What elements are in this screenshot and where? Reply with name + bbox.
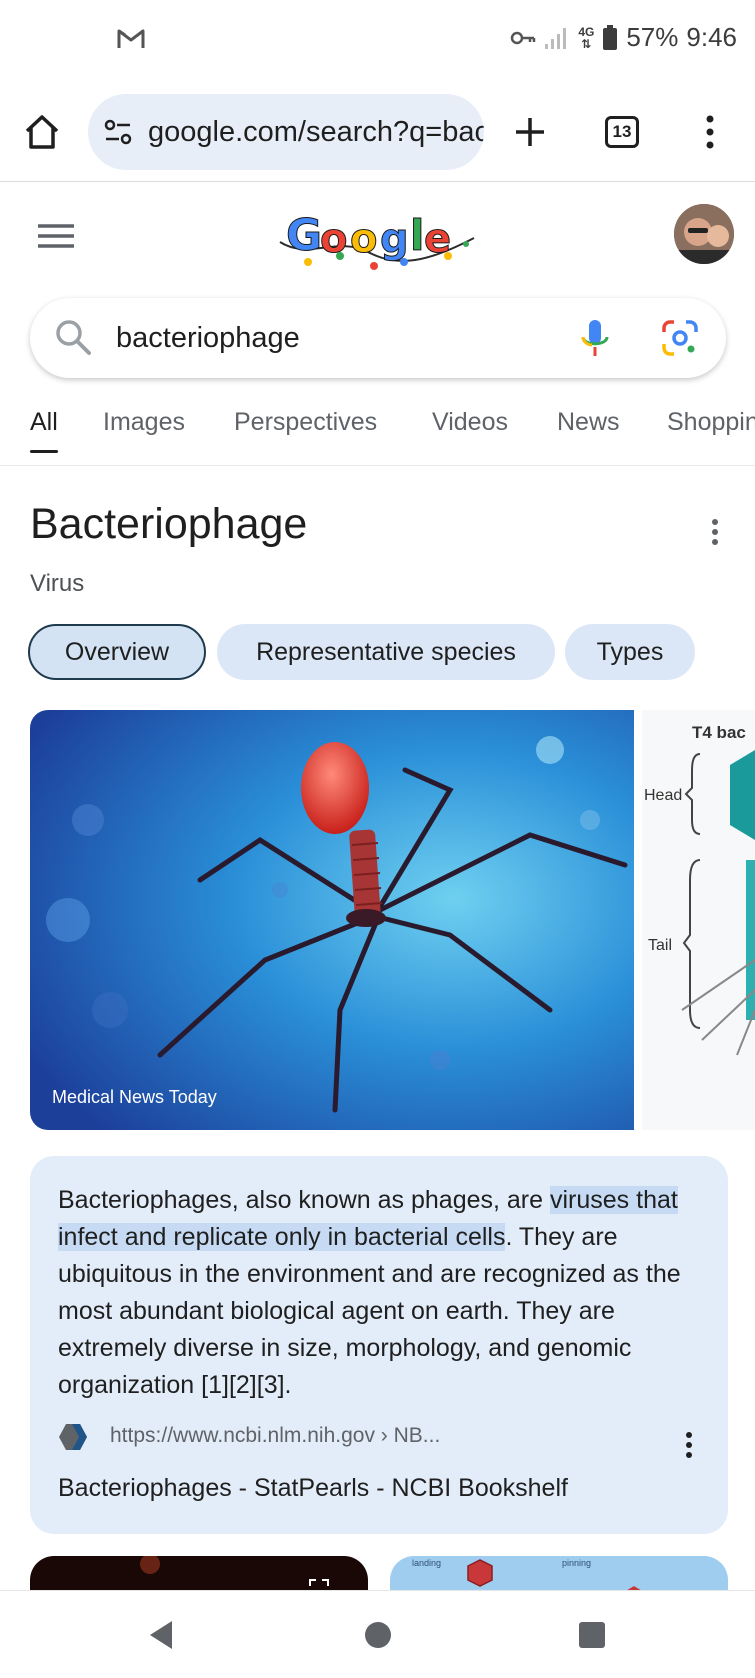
- search-input[interactable]: [116, 316, 496, 360]
- network-type: 4G ⇅: [578, 24, 595, 51]
- home-nav-icon[interactable]: [360, 1617, 396, 1653]
- knowledge-panel-title: Bacteriophage: [30, 500, 308, 548]
- chip-types[interactable]: Types: [565, 624, 695, 680]
- microphone-icon[interactable]: [578, 318, 612, 358]
- chip-overview[interactable]: Overview: [28, 624, 206, 680]
- gmail-icon: [117, 29, 145, 48]
- tab-perspectives[interactable]: Perspectives: [234, 408, 377, 437]
- search-tabs: All Images Perspectives Videos News Shop…: [0, 400, 755, 466]
- tab-all[interactable]: All: [30, 408, 58, 453]
- knowledge-panel-subtitle: Virus: [30, 570, 85, 597]
- t4-diagram-illustration: T4 bac Head Tail: [644, 723, 755, 1056]
- chip-representative-species[interactable]: Representative species: [217, 624, 555, 680]
- google-lens-icon[interactable]: [660, 318, 700, 358]
- tab-count: 13: [605, 116, 639, 148]
- browser-menu-button[interactable]: [682, 104, 738, 160]
- tab-shopping[interactable]: Shopping: [667, 408, 755, 437]
- hamburger-menu-icon[interactable]: [32, 214, 80, 258]
- browser-toolbar: google.com/search?q=bacteriophage 13: [0, 86, 755, 182]
- description-text: Bacteriophages, also known as phages, ar…: [58, 1182, 698, 1404]
- system-nav-bar: [0, 1590, 755, 1678]
- home-button[interactable]: [14, 104, 70, 160]
- tab-images[interactable]: Images: [103, 408, 185, 437]
- diagram-label-tail: Tail: [648, 937, 672, 954]
- t4-diagram-image[interactable]: T4 bac Head Tail: [642, 710, 755, 1130]
- thumb-label-pinning: pinning: [562, 1558, 592, 1568]
- search-box[interactable]: [30, 298, 726, 378]
- plus-icon: [516, 118, 544, 146]
- tab-news[interactable]: News: [557, 408, 620, 437]
- status-bar: 4G ⇅ 57% 9:46: [0, 0, 755, 80]
- svg-text:o: o: [350, 216, 377, 262]
- source-title-link[interactable]: Bacteriophages - StatPearls - NCBI Books…: [58, 1474, 568, 1503]
- source-more-options-icon[interactable]: [676, 1428, 702, 1462]
- site-settings-icon[interactable]: [102, 116, 134, 148]
- svg-text:l: l: [410, 211, 424, 260]
- more-options-icon[interactable]: [700, 514, 730, 550]
- clock: 9:46: [686, 22, 737, 52]
- thumb-label-landing: landing: [412, 1558, 442, 1568]
- tab-videos[interactable]: Videos: [432, 408, 508, 437]
- recents-icon[interactable]: [574, 1617, 610, 1653]
- bacteriophage-illustration: [30, 710, 634, 1130]
- bacteriophage-image[interactable]: Medical News Today: [30, 710, 634, 1130]
- battery-icon: [603, 24, 618, 50]
- signal-icon: [545, 27, 567, 49]
- diagram-label-head: Head: [644, 787, 682, 804]
- account-avatar[interactable]: [674, 204, 734, 264]
- home-icon: [25, 115, 59, 149]
- description-card: Bacteriophages, also known as phages, ar…: [30, 1156, 728, 1534]
- source-url[interactable]: https://www.ncbi.nlm.nih.gov › NB...: [110, 1424, 440, 1448]
- avatar-photo: [674, 204, 734, 264]
- diagram-title: T4 bac: [692, 723, 746, 742]
- url-text[interactable]: google.com/search?q=bacteriophage: [148, 116, 484, 149]
- more-vert-icon: [706, 115, 714, 149]
- vpn-key-icon: [511, 31, 536, 44]
- svg-text:g: g: [380, 216, 409, 262]
- tab-switcher-button[interactable]: 13: [594, 104, 650, 160]
- url-bar[interactable]: google.com/search?q=bacteriophage: [88, 94, 484, 170]
- svg-text:G: G: [286, 210, 322, 261]
- image-source-caption: Medical News Today: [52, 1087, 217, 1107]
- new-tab-button[interactable]: [502, 104, 558, 160]
- description-part-1: Bacteriophages, also known as phages, ar…: [58, 1186, 550, 1214]
- ncbi-favicon-icon: [59, 1424, 87, 1450]
- battery-percent: 57%: [626, 22, 679, 52]
- google-doodle-logo[interactable]: G o o g l e: [278, 206, 476, 276]
- search-icon[interactable]: [54, 318, 92, 356]
- back-icon[interactable]: [144, 1617, 180, 1653]
